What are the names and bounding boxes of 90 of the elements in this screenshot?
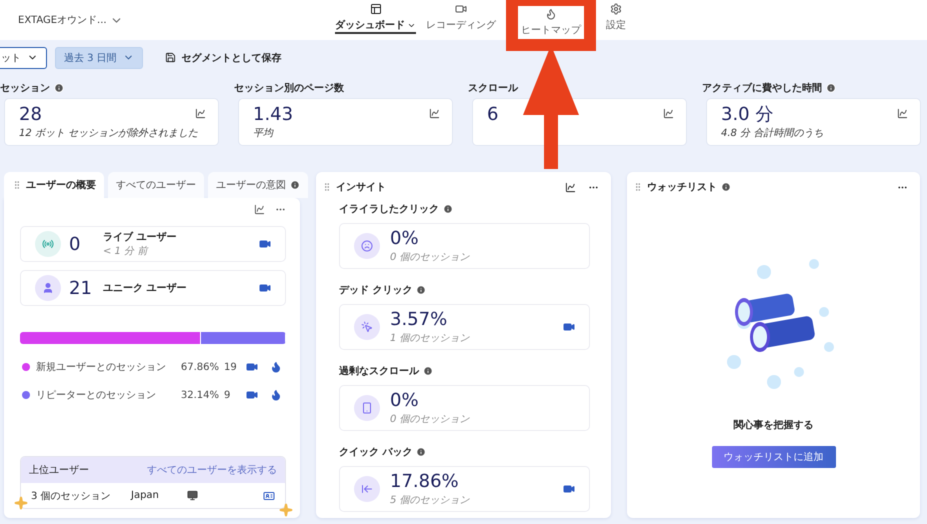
- session-count: 3 個のセッション: [31, 490, 112, 502]
- pointer-icon: [354, 314, 380, 340]
- stat-value: 0: [69, 234, 82, 254]
- frown-icon: [354, 233, 380, 259]
- video-icon[interactable]: [563, 321, 575, 333]
- stat-note: < 1 分 前: [103, 245, 150, 258]
- nav-tab[interactable]: 設定: [606, 3, 626, 34]
- flame-icon[interactable]: [270, 389, 282, 401]
- info-icon: [721, 182, 731, 192]
- drag-handle-icon[interactable]: [633, 182, 643, 192]
- legend-label: 新規ユーザーとのセッション: [36, 360, 167, 374]
- nav-tab[interactable]: レコーディング: [426, 3, 496, 34]
- signal-icon: [35, 231, 61, 257]
- flame-icon: [545, 8, 557, 20]
- metric-label: セッション: [0, 82, 50, 95]
- chart-icon[interactable]: [565, 182, 576, 192]
- save-icon: [164, 52, 176, 63]
- metric-value: 3.0 分: [721, 104, 774, 126]
- metric-label: セッション別のページ数: [234, 82, 344, 95]
- stat-title: ユニーク ユーザー: [103, 282, 188, 295]
- insight-value: 0%: [390, 228, 419, 250]
- sparkle-icon: [279, 503, 293, 517]
- info-icon: [416, 447, 426, 457]
- insight-value: 3.57%: [390, 309, 448, 331]
- flame-icon[interactable]: [270, 361, 282, 373]
- panel-title: インサイト: [336, 181, 387, 194]
- country-name: Japan: [131, 490, 160, 501]
- metric-label: アクティブに費やした時間: [702, 82, 822, 95]
- info-icon: [416, 285, 426, 295]
- panel-tab[interactable]: ユーザーの概要: [4, 172, 104, 198]
- metric-note: 平均: [253, 127, 275, 140]
- insight-value: 17.86%: [390, 471, 459, 493]
- chart-icon[interactable]: [254, 204, 265, 215]
- insight-title: 過剰なスクロール: [339, 364, 419, 378]
- chart-icon[interactable]: [897, 108, 908, 119]
- watchlist-message: 関心事を把握する: [734, 418, 814, 432]
- user-icon: [35, 275, 61, 301]
- legend-percent: 67.86%: [180, 362, 219, 372]
- add-to-watchlist-button[interactable]: ウォッチリストに追加: [712, 446, 836, 468]
- video-icon[interactable]: [246, 389, 258, 401]
- metric-label: スクロール: [468, 82, 518, 95]
- metric-value: 6: [487, 104, 498, 126]
- insight-value: 0%: [390, 390, 419, 412]
- panel-title: ウォッチリスト: [647, 181, 717, 194]
- video-icon[interactable]: [563, 483, 575, 495]
- video-icon[interactable]: [259, 238, 271, 250]
- monitor-icon: [187, 490, 198, 501]
- metric-value: 28: [19, 104, 42, 126]
- drag-handle-icon[interactable]: [322, 182, 332, 192]
- view-all-link[interactable]: すべてのユーザーを表示する: [147, 463, 277, 477]
- chart-icon[interactable]: [429, 108, 440, 119]
- settings-icon: [610, 3, 622, 15]
- video-icon[interactable]: [259, 282, 271, 294]
- legend-label: リピーターとのセッション: [36, 389, 157, 402]
- panel-tab[interactable]: すべてのユーザー: [108, 172, 204, 198]
- insight-note: 0 個のセッション: [390, 251, 471, 264]
- metric-note: 4.8 分 合計時間のうち: [721, 126, 824, 140]
- id-card-icon[interactable]: [263, 490, 275, 502]
- insight-note: 0 個のセッション: [390, 413, 471, 426]
- stat-title: ライブ ユーザー: [103, 230, 178, 244]
- legend-count: 9: [224, 390, 232, 400]
- legend-count: 19: [224, 362, 238, 372]
- info-icon: [423, 366, 433, 376]
- insight-title: デッド クリック: [339, 284, 412, 297]
- save-segment-button[interactable]: セグメントとして保存: [164, 50, 282, 64]
- sparkle-icon: [14, 496, 28, 510]
- phone-icon: [354, 395, 380, 421]
- chart-icon[interactable]: [195, 108, 206, 119]
- dashboard-icon: [370, 3, 382, 15]
- metric-value: 1.43: [253, 104, 294, 126]
- project-name: EXTAGEオウンド...: [18, 14, 108, 27]
- info-icon: [443, 204, 453, 214]
- stat-value: 21: [69, 278, 93, 298]
- filter-dropdown[interactable]: ット: [0, 46, 47, 68]
- filter-dropdown[interactable]: 過去 3 日間: [55, 46, 143, 68]
- drag-handle-icon[interactable]: [12, 180, 22, 190]
- metric-note: 12 ボット セッションが除外されました: [19, 127, 200, 140]
- video-icon[interactable]: [246, 361, 258, 373]
- insight-note: 5 個のセッション: [390, 494, 471, 507]
- nav-tab[interactable]: ダッシュボード: [335, 3, 416, 34]
- legend-percent: 32.14%: [180, 390, 219, 400]
- nav-tab[interactable]: ヒートマップ: [521, 8, 581, 39]
- insight-note: 1 個のセッション: [390, 332, 471, 345]
- back-icon: [354, 476, 380, 502]
- panel-tab[interactable]: ユーザーの意図: [208, 172, 308, 198]
- chart-icon[interactable]: [663, 108, 674, 119]
- top-users-title: 上位ユーザー: [29, 464, 89, 477]
- insight-title: イライラしたクリック: [339, 203, 439, 216]
- video-icon: [455, 3, 467, 15]
- insight-title: クイック バック: [339, 446, 412, 459]
